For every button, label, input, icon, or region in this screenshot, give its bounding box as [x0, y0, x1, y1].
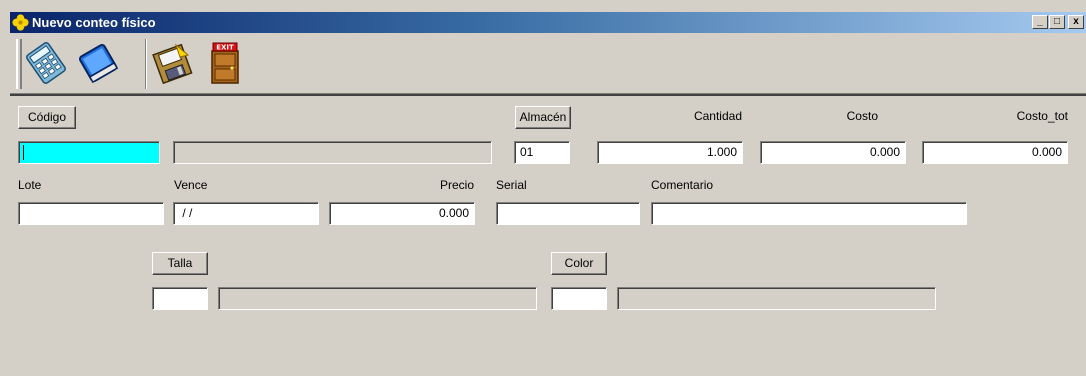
toolbar-divider — [10, 93, 1086, 96]
exit-sign-text: EXIT — [216, 44, 234, 52]
window: Nuevo conteo físico _ □ x EXIT Código Al… — [0, 0, 1086, 376]
precio-input[interactable]: 0.000 — [329, 202, 475, 225]
costo-input[interactable]: 0.000 — [760, 141, 906, 164]
text-caret — [23, 145, 24, 160]
calculator-icon[interactable] — [24, 41, 68, 85]
lote-label: Lote — [18, 178, 42, 192]
maximize-button[interactable]: □ — [1049, 15, 1065, 29]
precio-label: Precio — [439, 178, 474, 192]
color-description-field — [617, 287, 936, 310]
almacen-button[interactable]: Almacén — [515, 106, 571, 129]
codigo-button[interactable]: Código — [18, 106, 76, 129]
comentario-label: Comentario — [651, 178, 714, 192]
color-button[interactable]: Color — [551, 252, 607, 275]
exit-icon[interactable]: EXIT — [203, 41, 247, 85]
lote-input[interactable] — [18, 202, 164, 225]
almacen-input[interactable]: 01 — [514, 141, 570, 164]
talla-button[interactable]: Talla — [152, 252, 208, 275]
close-button[interactable]: x — [1068, 15, 1084, 29]
clover-icon — [12, 14, 29, 31]
talla-code-input[interactable] — [152, 287, 208, 310]
serial-input[interactable] — [496, 202, 640, 225]
color-code-input[interactable] — [551, 287, 607, 310]
window-title: Nuevo conteo físico — [32, 15, 156, 30]
vence-date-input[interactable]: / / — [173, 202, 319, 225]
costo-tot-input[interactable]: 0.000 — [922, 141, 1068, 164]
comentario-input[interactable] — [651, 202, 967, 225]
descripcion-field — [173, 141, 492, 164]
talla-description-field — [218, 287, 537, 310]
minimize-button[interactable]: _ — [1032, 15, 1048, 29]
serial-label: Serial — [496, 178, 527, 192]
vence-label: Vence — [174, 178, 208, 192]
book-icon[interactable] — [76, 41, 120, 85]
codigo-input[interactable] — [18, 141, 160, 164]
cantidad-label: Cantidad — [693, 109, 742, 123]
toolbar-grip[interactable] — [16, 39, 22, 89]
cantidad-input[interactable]: 1.000 — [597, 141, 743, 164]
costo-tot-label: Costo_tot — [1016, 109, 1068, 123]
toolbar: EXIT — [10, 33, 1086, 93]
toolbar-separator — [145, 39, 147, 89]
title-bar[interactable]: Nuevo conteo físico _ □ x — [10, 12, 1086, 33]
costo-label: Costo — [846, 109, 878, 123]
save-icon[interactable] — [150, 41, 194, 85]
